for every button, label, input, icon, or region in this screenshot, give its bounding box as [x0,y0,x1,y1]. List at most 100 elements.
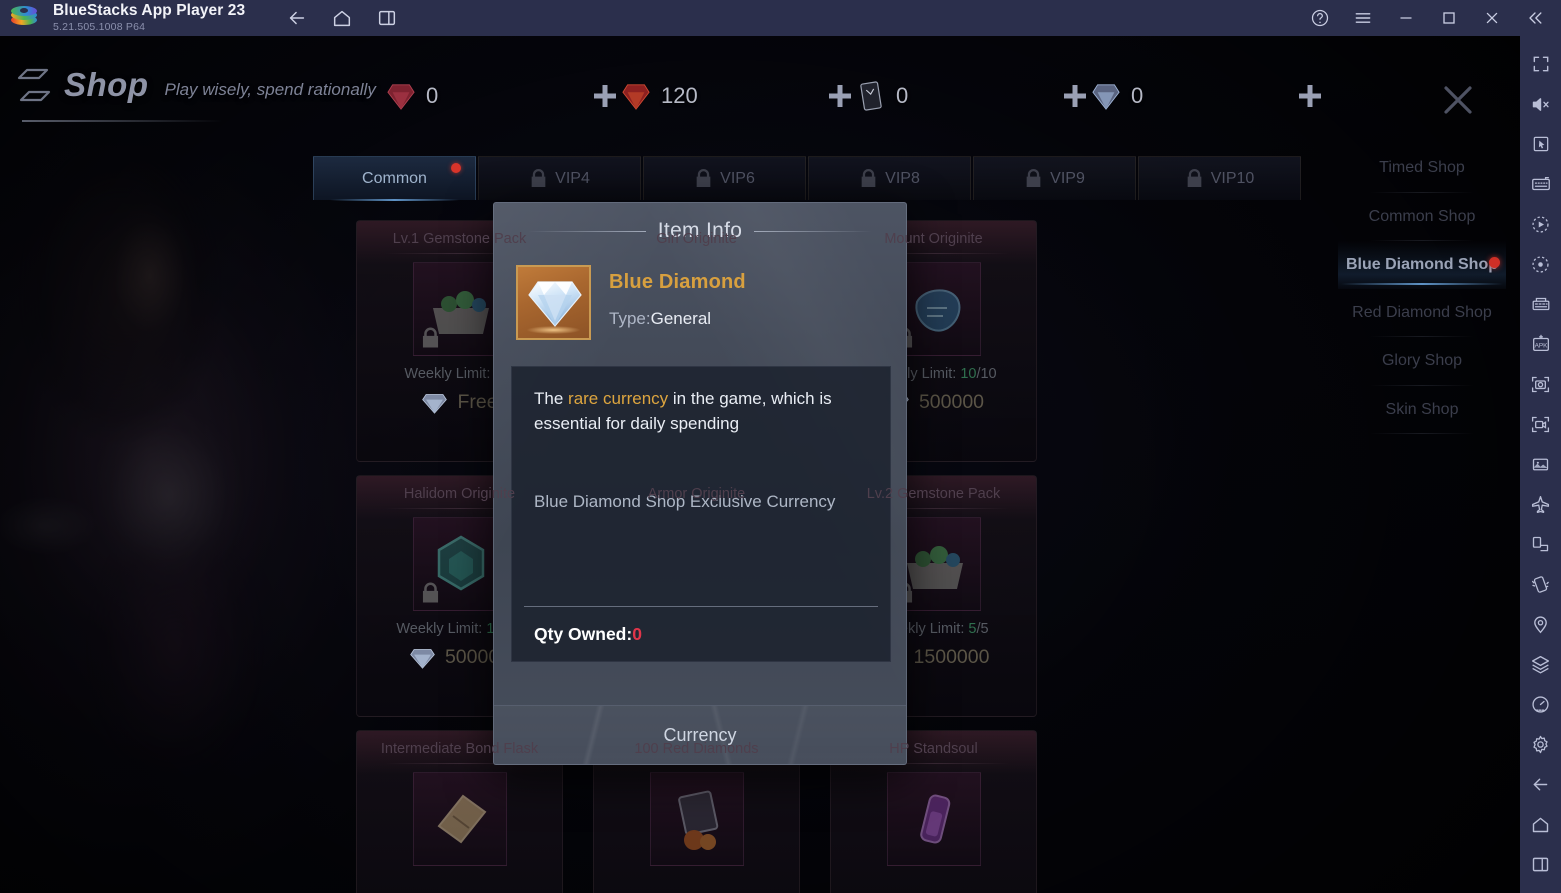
shop-item-card[interactable]: Intermediate Bond Flask [356,730,563,893]
tab-vip6[interactable]: VIP6 [643,156,806,200]
price-value: 1500000 [913,646,990,669]
shop-title-underline [22,120,222,122]
cursor-icon[interactable] [1520,124,1561,164]
shop-nav-skin[interactable]: Skin Shop [1338,386,1506,434]
tab-label: VIP4 [555,169,590,187]
camera-icon[interactable] [1520,364,1561,404]
keyboard-icon[interactable] [1520,164,1561,204]
shop-nav-badge [1489,257,1500,269]
price-value: 500000 [918,391,985,414]
shop-close-button[interactable] [1438,80,1478,120]
chevron-double-left-icon[interactable] [1523,6,1547,30]
tab-vip8[interactable]: VIP8 [808,156,971,200]
item-info-dialog: Item Info Blue Diamond Type:General The … [493,202,907,765]
limit-max: /10 [976,366,997,383]
window-controls [1308,0,1561,36]
help-circle-icon[interactable] [1308,6,1332,30]
item-name: Girl Originite [656,231,737,247]
rotate-screen-icon[interactable] [1520,524,1561,564]
macro-play-icon[interactable] [1520,204,1561,244]
tab-vip4[interactable]: VIP4 [478,156,641,200]
item-description-panel: The rare currency in the game, which is … [511,366,891,662]
tab-label: VIP10 [1210,169,1255,187]
item-name: Intermediate Bond Flask [380,741,539,757]
layers-icon[interactable] [1520,644,1561,684]
qty-label: Qty Owned: [534,624,633,644]
location-pin-icon[interactable] [1520,604,1561,644]
maximize-icon[interactable] [1437,6,1461,30]
bluestacks-window: BlueStacks App Player 23 5.21.505.1008 P… [0,0,1561,893]
add-currency-button[interactable] [591,82,619,110]
add-currency-button[interactable] [1296,82,1324,110]
lock-icon [1185,168,1204,189]
item-text-block: Blue Diamond Type:General [609,265,746,329]
shake-icon[interactable] [1520,564,1561,604]
tab-vip9[interactable]: VIP9 [973,156,1136,200]
titlebar-nav [284,5,400,31]
arrow-left-icon[interactable] [1520,764,1561,804]
home-icon[interactable] [329,5,355,31]
item-thumbnail [412,772,507,867]
recents-icon[interactable] [1520,844,1561,884]
tab-vip10[interactable]: VIP10 [1138,156,1301,200]
divider [1370,433,1474,435]
item-name: Blue Diamond [609,271,746,293]
multi-instance-icon[interactable] [1520,284,1561,324]
lock-icon [420,581,441,605]
qty-value: 0 [632,624,642,644]
add-currency-button[interactable] [826,82,854,110]
lock-icon [529,168,548,189]
item-description: The rare currency in the game, which is … [534,387,868,436]
airplane-icon[interactable] [1520,484,1561,524]
limit-max: /5 [976,621,989,638]
lock-icon [420,326,441,350]
tab-label: VIP9 [1050,169,1085,187]
lock-icon [1024,168,1043,189]
svg-text:APK: APK [1534,343,1548,350]
price-value: Free [457,391,498,414]
limit-label: Weekly Limit: [396,621,487,638]
game-viewport[interactable]: Shop Play wisely, spend rationally 0 120 [0,36,1520,893]
potion-icon [897,782,971,856]
type-value: General [650,309,712,328]
pink-diamond-icon [384,80,418,112]
shop-title: Shop [64,66,149,103]
shop-nav-glory[interactable]: Glory Shop [1338,337,1506,385]
desc-highlight: rare currency [568,389,669,408]
shop-nav-common[interactable]: Common Shop [1338,193,1506,241]
scroll-icon [423,782,497,856]
shop-item-card[interactable]: 100 Red Diamonds [593,730,800,893]
shop-nav-blue-diamond[interactable]: Blue Diamond Shop [1338,241,1506,289]
item-name: 100 Red Diamonds [634,741,759,757]
shop-nav-timed[interactable]: Timed Shop [1338,144,1506,192]
close-icon[interactable] [1480,6,1504,30]
tab-badge [451,163,461,173]
desc-prefix: The [534,389,569,408]
gear-icon[interactable] [1520,724,1561,764]
item-name: Mount Originite [884,231,983,247]
video-camera-icon[interactable] [1520,404,1561,444]
bluestacks-logo-icon [11,5,37,31]
app-title-block: BlueStacks App Player 23 5.21.505.1008 P… [53,3,245,33]
recents-icon[interactable] [374,5,400,31]
currency-red-diamond: 120 [619,80,854,112]
bluestacks-toolbar: APK [1520,36,1561,893]
hamburger-menu-icon[interactable] [1351,6,1375,30]
shop-nav-red-diamond[interactable]: Red Diamond Shop [1338,289,1506,337]
item-name: Armor Originite [647,486,746,502]
speaker-mute-icon[interactable] [1520,84,1561,124]
arrow-left-icon[interactable] [284,5,310,31]
item-name: Lv.1 Gemstone Pack [392,231,527,247]
fullscreen-icon[interactable] [1520,44,1561,84]
home-icon[interactable] [1520,804,1561,844]
minimize-icon[interactable] [1394,6,1418,30]
media-manager-icon[interactable] [1520,444,1561,484]
icon-glow [526,326,581,334]
gauge-icon[interactable] [1520,684,1561,724]
apk-install-icon[interactable]: APK [1520,324,1561,364]
add-currency-button[interactable] [1061,82,1089,110]
macro-record-icon[interactable] [1520,244,1561,284]
tab-common[interactable]: Common [313,156,476,201]
shop-item-card[interactable]: HP Standsoul [830,730,1037,893]
currency-value: 0 [426,83,439,108]
